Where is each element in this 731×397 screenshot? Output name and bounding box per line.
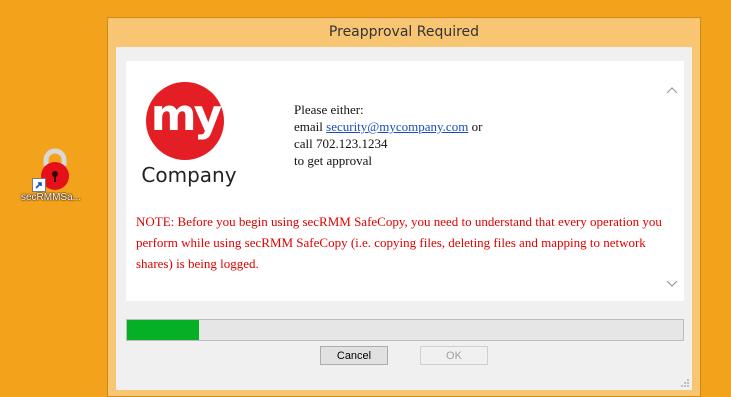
cancel-button[interactable]: Cancel [320, 346, 388, 365]
resize-grip-icon[interactable] [680, 378, 690, 388]
scroll-up-icon[interactable] [666, 85, 678, 95]
logging-note: NOTE: Before you begin using secRMM Safe… [136, 214, 662, 271]
company-logo: my Company [134, 79, 244, 189]
instructions-line-1: Please either: [294, 102, 364, 117]
preapproval-dialog: Preapproval Required my Company Please e… [107, 17, 701, 397]
logo-company-text: Company [141, 163, 237, 187]
logo-mark-text: my [150, 90, 223, 141]
email-suffix: or [468, 119, 483, 134]
approval-instructions: Please either: email security@mycompany.… [294, 101, 482, 169]
progress-fill [127, 320, 200, 340]
email-link[interactable]: security@mycompany.com [326, 119, 468, 134]
desktop-shortcut-secrmm[interactable]: secRMMSa... [14, 148, 88, 218]
desktop-icon-label: secRMMSa... [20, 192, 81, 203]
ok-button[interactable]: OK [420, 346, 488, 365]
dialog-client-area: my Company Please either: email security… [116, 47, 692, 390]
window-title: Preapproval Required [328, 24, 480, 40]
instructions-email-line: email security@mycompany.com or [294, 118, 482, 135]
instructions-call-line: call 702.123.1234 [294, 136, 388, 151]
shortcut-arrow-icon [32, 178, 46, 192]
progress-bar [126, 319, 684, 341]
email-prefix: email [294, 119, 327, 134]
message-panel: my Company Please either: email security… [126, 61, 684, 301]
instructions-approval-line: to get approval [294, 153, 372, 168]
scroll-down-icon[interactable] [666, 279, 678, 289]
